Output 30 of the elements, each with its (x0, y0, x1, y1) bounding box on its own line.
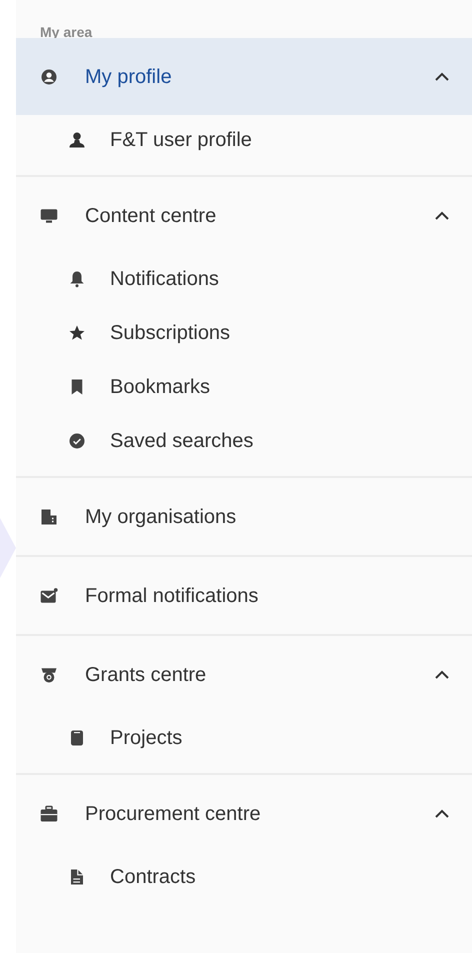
menu-item[interactable]: Grants centre (16, 636, 472, 713)
medal-icon (40, 666, 58, 684)
menu-label: Procurement centre (85, 802, 262, 826)
menu-item[interactable]: Procurement centre (16, 775, 472, 852)
menu-item[interactable]: My profile (16, 38, 472, 115)
briefcase-icon (40, 804, 58, 822)
envelope-icon (40, 586, 58, 604)
menu-item[interactable]: Content centre (16, 177, 472, 254)
menu-label: Grants centre (85, 662, 208, 686)
menu-label: Content centre (85, 204, 218, 228)
menu-item[interactable]: Formal notifications (16, 557, 472, 634)
submenu-link[interactable]: Projects (110, 726, 182, 750)
check-circle-icon (68, 431, 86, 451)
submenu-link[interactable]: Subscriptions (110, 321, 230, 345)
menu-item[interactable]: My organisations (16, 478, 472, 555)
submenu-link[interactable]: F&T user profile (110, 128, 252, 152)
monitor-icon (40, 206, 58, 224)
clipboard-icon (68, 728, 86, 748)
menu-label: My profile (85, 64, 173, 88)
submenu-link[interactable]: Notifications (110, 267, 219, 291)
submenu-link[interactable]: Contracts (110, 865, 196, 889)
document-icon (68, 867, 86, 887)
person-icon (68, 130, 86, 150)
submenu-link[interactable]: Bookmarks (110, 375, 210, 399)
submenu-link[interactable]: Saved searches (110, 429, 254, 453)
menu-label: My organisations (85, 504, 238, 528)
bell-icon (68, 269, 86, 289)
user-circle-icon (40, 68, 58, 86)
menu-label: Formal notifications (85, 584, 260, 608)
building-icon (40, 508, 58, 526)
